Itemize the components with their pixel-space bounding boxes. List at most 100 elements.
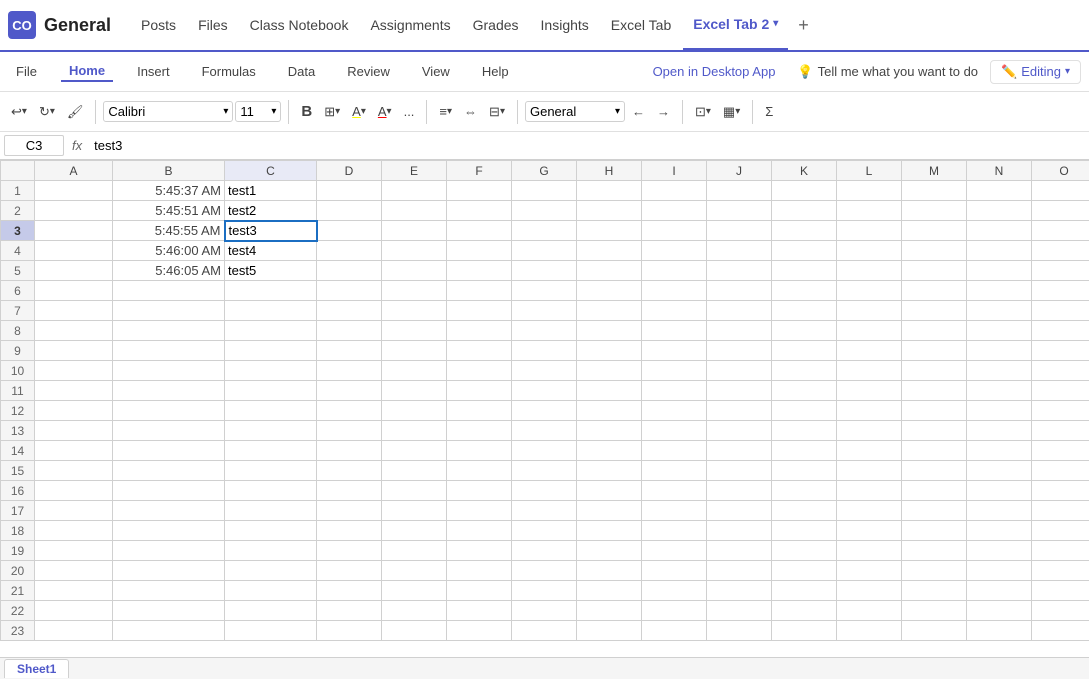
cell-f9[interactable] (447, 341, 512, 361)
cell-b11[interactable] (113, 381, 225, 401)
cell-a16[interactable] (35, 481, 113, 501)
cell-o15[interactable] (1032, 461, 1089, 481)
cell-n4[interactable] (967, 241, 1032, 261)
cell-a6[interactable] (35, 281, 113, 301)
tab-home[interactable]: Home (61, 61, 113, 82)
cell-m2[interactable] (902, 201, 967, 221)
cell-b16[interactable] (113, 481, 225, 501)
cell-m20[interactable] (902, 561, 967, 581)
cell-n17[interactable] (967, 501, 1032, 521)
cell-j23[interactable] (707, 621, 772, 641)
cell-a2[interactable] (35, 201, 113, 221)
increase-decimal-button[interactable]: → (652, 101, 675, 122)
cell-l11[interactable] (837, 381, 902, 401)
col-header-j[interactable]: J (707, 161, 772, 181)
cell-h22[interactable] (577, 601, 642, 621)
cell-c15[interactable] (225, 461, 317, 481)
cell-a14[interactable] (35, 441, 113, 461)
row-number-16[interactable]: 16 (1, 481, 35, 501)
cell-n14[interactable] (967, 441, 1032, 461)
cell-h4[interactable] (577, 241, 642, 261)
cell-b13[interactable] (113, 421, 225, 441)
cell-l13[interactable] (837, 421, 902, 441)
col-header-m[interactable]: M (902, 161, 967, 181)
cell-h14[interactable] (577, 441, 642, 461)
cell-e3[interactable] (382, 221, 447, 241)
cell-m21[interactable] (902, 581, 967, 601)
cell-e1[interactable] (382, 181, 447, 201)
cell-m7[interactable] (902, 301, 967, 321)
cell-c3[interactable]: test3 (225, 221, 317, 241)
cell-l5[interactable] (837, 261, 902, 281)
cell-k18[interactable] (772, 521, 837, 541)
cell-i19[interactable] (642, 541, 707, 561)
cell-o10[interactable] (1032, 361, 1089, 381)
font-color-button[interactable]: A ▾ (373, 101, 397, 122)
tab-help[interactable]: Help (474, 62, 517, 81)
cell-l6[interactable] (837, 281, 902, 301)
cell-o18[interactable] (1032, 521, 1089, 541)
cell-k13[interactable] (772, 421, 837, 441)
cell-a11[interactable] (35, 381, 113, 401)
cell-e2[interactable] (382, 201, 447, 221)
cell-g18[interactable] (512, 521, 577, 541)
cell-k1[interactable] (772, 181, 837, 201)
cell-b10[interactable] (113, 361, 225, 381)
row-number-21[interactable]: 21 (1, 581, 35, 601)
cell-b17[interactable] (113, 501, 225, 521)
cell-styles-button[interactable]: ⊡▾ (690, 101, 716, 123)
cell-a7[interactable] (35, 301, 113, 321)
row-number-10[interactable]: 10 (1, 361, 35, 381)
cell-b4[interactable]: 5:46:00 AM (113, 241, 225, 261)
cell-l9[interactable] (837, 341, 902, 361)
cell-n11[interactable] (967, 381, 1032, 401)
cell-a13[interactable] (35, 421, 113, 441)
cell-b8[interactable] (113, 321, 225, 341)
cell-l23[interactable] (837, 621, 902, 641)
cell-f19[interactable] (447, 541, 512, 561)
cell-n9[interactable] (967, 341, 1032, 361)
cell-f11[interactable] (447, 381, 512, 401)
cell-h21[interactable] (577, 581, 642, 601)
cell-d15[interactable] (317, 461, 382, 481)
col-header-l[interactable]: L (837, 161, 902, 181)
cell-m14[interactable] (902, 441, 967, 461)
cell-o17[interactable] (1032, 501, 1089, 521)
cell-k8[interactable] (772, 321, 837, 341)
cell-m19[interactable] (902, 541, 967, 561)
cell-i7[interactable] (642, 301, 707, 321)
cell-l1[interactable] (837, 181, 902, 201)
cell-h16[interactable] (577, 481, 642, 501)
cell-l8[interactable] (837, 321, 902, 341)
cell-b5[interactable]: 5:46:05 AM (113, 261, 225, 281)
cell-j15[interactable] (707, 461, 772, 481)
cell-a20[interactable] (35, 561, 113, 581)
more-button[interactable]: ... (399, 101, 420, 122)
cell-m8[interactable] (902, 321, 967, 341)
row-number-20[interactable]: 20 (1, 561, 35, 581)
cell-n15[interactable] (967, 461, 1032, 481)
cell-j13[interactable] (707, 421, 772, 441)
cell-h19[interactable] (577, 541, 642, 561)
cell-e7[interactable] (382, 301, 447, 321)
cell-a10[interactable] (35, 361, 113, 381)
cell-d12[interactable] (317, 401, 382, 421)
cell-n12[interactable] (967, 401, 1032, 421)
cell-d18[interactable] (317, 521, 382, 541)
conditional-format-button[interactable]: ▦▾ (718, 101, 745, 123)
cell-j6[interactable] (707, 281, 772, 301)
cell-b23[interactable] (113, 621, 225, 641)
cell-c11[interactable] (225, 381, 317, 401)
cell-h2[interactable] (577, 201, 642, 221)
cell-i5[interactable] (642, 261, 707, 281)
add-tab-button[interactable]: + (790, 11, 817, 40)
cell-c7[interactable] (225, 301, 317, 321)
cell-i16[interactable] (642, 481, 707, 501)
cell-o8[interactable] (1032, 321, 1089, 341)
cell-g22[interactable] (512, 601, 577, 621)
cell-g20[interactable] (512, 561, 577, 581)
cell-k2[interactable] (772, 201, 837, 221)
col-header-g[interactable]: G (512, 161, 577, 181)
cell-h11[interactable] (577, 381, 642, 401)
cell-f6[interactable] (447, 281, 512, 301)
